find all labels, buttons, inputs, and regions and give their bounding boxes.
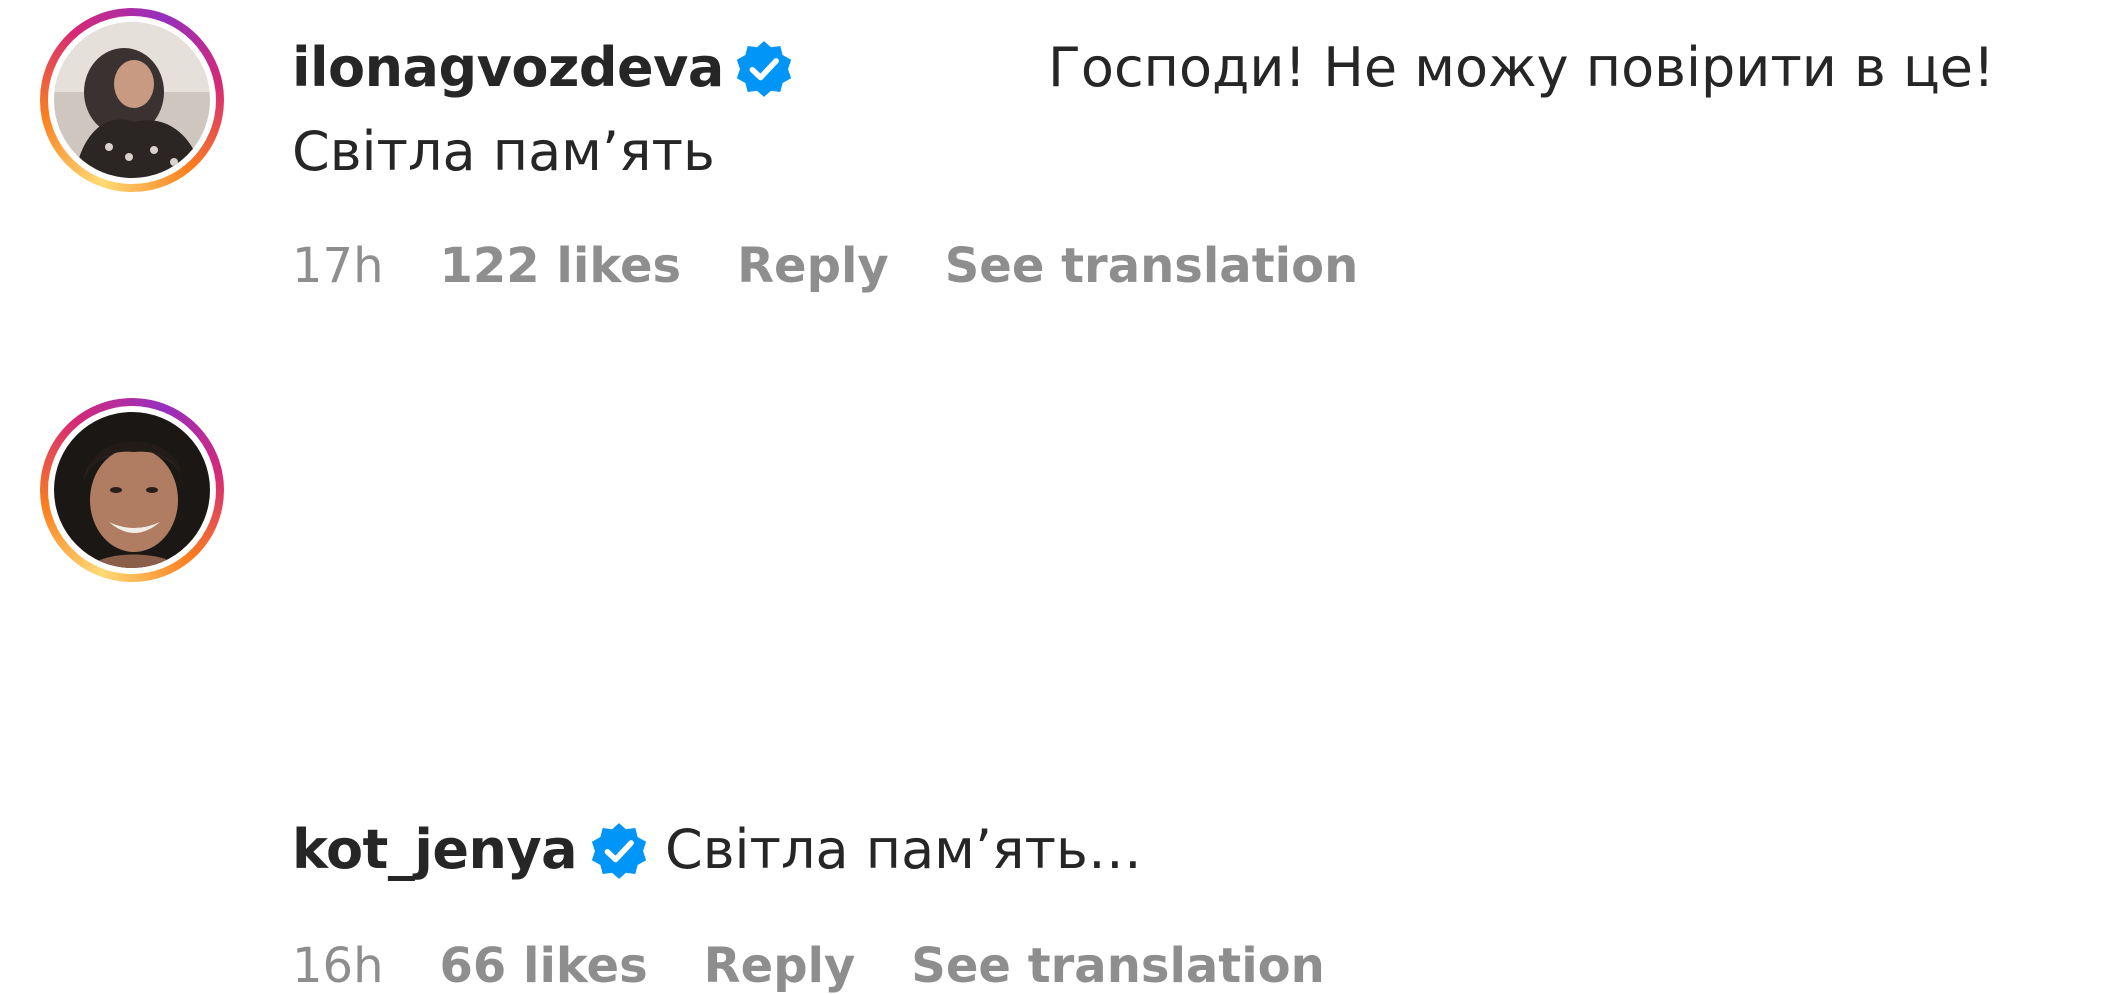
comment-meta: 17h 122 likes Reply See translation	[292, 238, 1358, 294]
comment-username[interactable]: kot_jenya	[292, 818, 578, 881]
story-ring[interactable]	[40, 8, 224, 192]
avatar[interactable]	[54, 22, 210, 178]
avatar-image	[54, 22, 210, 178]
comment-likes-count[interactable]: 122 likes	[440, 238, 682, 294]
see-translation-button[interactable]: See translation	[945, 238, 1359, 294]
comment-item: ilonagvozdeva Господи! Не можу повірити …	[0, 0, 2106, 330]
comment-meta: 16h 66 likes Reply See translation	[292, 938, 1325, 994]
see-translation-button[interactable]: See translation	[911, 938, 1325, 994]
comment-timestamp[interactable]: 16h	[292, 938, 384, 994]
comment-likes-count[interactable]: 66 likes	[440, 938, 648, 994]
comment-text: Світла пам’ять	[292, 120, 715, 183]
verified-badge-icon	[591, 823, 647, 879]
comment-text: Господи! Не можу повірити в це!	[1048, 36, 1995, 99]
verified-badge-icon	[736, 41, 792, 97]
avatar[interactable]	[54, 412, 210, 568]
reply-button[interactable]: Reply	[704, 938, 856, 994]
comment-timestamp[interactable]: 17h	[292, 238, 384, 294]
comment-text: Світла пам’ять…	[665, 818, 1142, 881]
comment-item: kot_jenya Світла пам’ять… 16h 66 likes R…	[0, 390, 2106, 994]
avatar-image	[54, 412, 210, 568]
story-ring[interactable]	[40, 398, 224, 582]
comment-username[interactable]: ilonagvozdeva	[292, 36, 724, 99]
reply-button[interactable]: Reply	[737, 238, 889, 294]
